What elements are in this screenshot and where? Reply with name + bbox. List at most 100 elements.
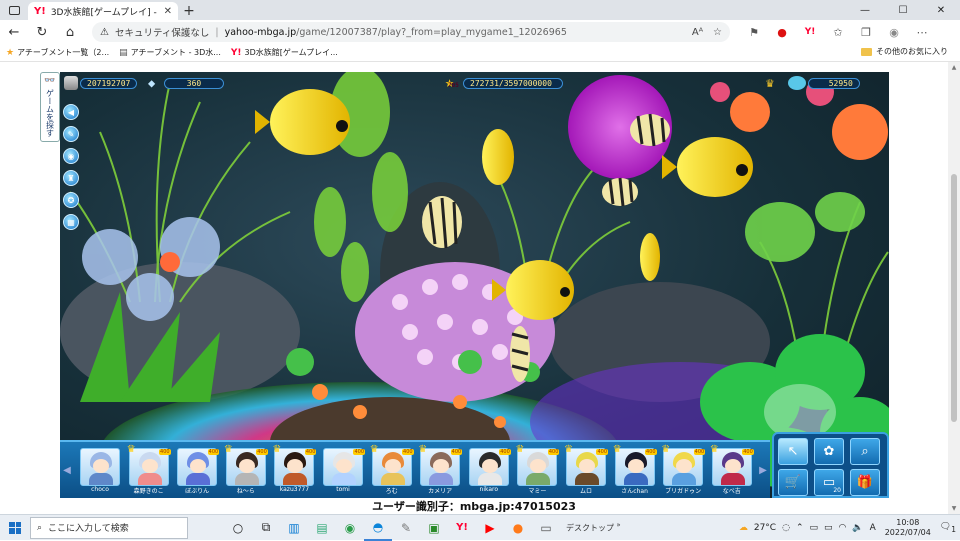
find-games-tab[interactable]: 👓 ゲームを探す: [40, 72, 60, 142]
yahoo-app-icon[interactable]: Y!: [448, 515, 476, 541]
temperature[interactable]: 27°C: [754, 523, 776, 533]
friend-card[interactable]: ♛ 400 ろむ: [370, 444, 414, 495]
desktop-label: デスクトップ: [566, 523, 614, 533]
bookmark-item[interactable]: Y! 3D水族館[ゲームプレイ...: [231, 47, 338, 58]
tray-arrow-icon[interactable]: ⌃: [796, 523, 804, 533]
coins-display: 207192707: [64, 76, 138, 90]
files-icon[interactable]: ▤: [308, 515, 336, 541]
friend-card[interactable]: ♛ 400 マミー: [515, 444, 560, 495]
taskbar-search[interactable]: ⌕ ここに入力して検索: [30, 516, 188, 539]
task-view-icon[interactable]: ⧉: [252, 515, 280, 541]
friend-level: 400: [742, 449, 754, 455]
tab-close-icon[interactable]: ✕: [164, 6, 172, 17]
window-close-button[interactable]: ✕: [922, 0, 960, 20]
clock[interactable]: 10:08 2022/07/04: [882, 518, 934, 538]
scroll-thumb[interactable]: [951, 174, 957, 422]
magnifier-icon[interactable]: ⌕: [850, 438, 880, 465]
add-favorite-icon[interactable]: ☆: [713, 27, 722, 38]
reload-button[interactable]: ↻: [28, 20, 56, 44]
crown-icon: ♛: [369, 444, 379, 455]
file-manager-icon[interactable]: ▥: [280, 515, 308, 541]
friend-card[interactable]: ♛ 400 ね〜ら: [224, 444, 268, 495]
friend-card[interactable]: choco: [78, 448, 122, 494]
friend-name: ろむ: [385, 488, 398, 495]
shells-display: ♛ 52950: [766, 76, 860, 91]
minimize-button[interactable]: —: [846, 0, 884, 20]
crown-icon: ♛: [418, 444, 428, 455]
friend-card[interactable]: ♛ 400 カメリア: [418, 444, 463, 495]
cursor-icon[interactable]: ↖: [778, 438, 808, 465]
menu-icon[interactable]: ⋯: [908, 26, 936, 39]
cortana-icon[interactable]: ○: [224, 515, 252, 541]
chrome-icon[interactable]: ◉: [336, 515, 364, 541]
medal-icon[interactable]: ✪: [63, 192, 79, 208]
aquarium-icon[interactable]: ▭ 20: [814, 469, 844, 496]
friend-card[interactable]: 400 nikaro: [467, 448, 511, 494]
volume-icon[interactable]: 🔈: [852, 523, 863, 533]
wrench-icon[interactable]: ✎: [63, 126, 79, 142]
map-icon[interactable]: ▦: [63, 214, 79, 230]
scroll-up-icon[interactable]: ▲: [948, 64, 960, 71]
other-favorites[interactable]: その他のお気に入り: [861, 46, 948, 57]
back-button[interactable]: ←: [0, 20, 28, 44]
folder-icon: [861, 47, 872, 56]
monitor-icon[interactable]: ▭: [824, 523, 833, 533]
youtube-icon[interactable]: ▶: [476, 515, 504, 541]
windows-logo-icon: [9, 521, 21, 534]
desktop-toolbar[interactable]: デスクトップ »: [566, 521, 621, 534]
favorites-icon[interactable]: ✩: [824, 26, 852, 39]
friend-card[interactable]: ♛ 400 kazu3777: [272, 444, 317, 494]
window-app-icon[interactable]: ▭: [532, 515, 560, 541]
tool-app-icon[interactable]: ✎: [392, 515, 420, 541]
gift-icon[interactable]: 🎁: [850, 469, 880, 496]
gem-icon: ◆: [148, 76, 156, 90]
friend-card[interactable]: ♛ 400 ムロ: [564, 444, 608, 495]
friend-card[interactable]: ♛ 400 さんchan: [613, 444, 657, 495]
tab-actions-button[interactable]: [0, 0, 28, 20]
trophy-icon[interactable]: ♜: [63, 170, 79, 186]
clock-date: 2022/07/04: [884, 528, 931, 537]
yahoo-extension-icon[interactable]: Y!: [796, 27, 824, 37]
friend-card[interactable]: ♛ 400 なべ吉: [710, 444, 754, 495]
arrow-left-icon[interactable]: ◀: [63, 104, 79, 120]
friend-level: 400: [547, 449, 560, 455]
profile-avatar-icon[interactable]: ◉: [880, 26, 908, 39]
flag-extension-icon[interactable]: ⚑: [740, 26, 768, 39]
edge-icon[interactable]: ◓: [364, 515, 392, 541]
wifi-icon[interactable]: ◠: [839, 523, 847, 533]
firefox-icon[interactable]: ●: [504, 515, 532, 541]
maximize-button[interactable]: ☐: [884, 0, 922, 20]
friend-card[interactable]: 400 tomi: [321, 448, 365, 494]
home-button[interactable]: ⌂: [56, 20, 84, 44]
app-green-icon[interactable]: ▣: [420, 515, 448, 541]
friend-level: 400: [159, 449, 171, 455]
weather-icon[interactable]: ☁: [739, 523, 748, 533]
bookmark-item[interactable]: ▤ アチーブメント - 3D水...: [119, 47, 221, 58]
friend-card[interactable]: ♛ 400 森野きのこ: [127, 444, 171, 495]
page-scrollbar[interactable]: ▲ ▼: [948, 62, 960, 514]
shop-cart-icon[interactable]: 🛒: [778, 469, 808, 496]
friends-next-icon[interactable]: ▶: [758, 450, 768, 490]
friend-card[interactable]: 400 ぼぶりん: [175, 448, 220, 495]
battery-icon[interactable]: ▭: [810, 523, 819, 533]
bookmark-item[interactable]: ★ アチーブメント一覧（2...: [6, 47, 109, 58]
friends-prev-icon[interactable]: ◀: [62, 450, 72, 490]
new-tab-button[interactable]: +: [178, 2, 200, 20]
chat-icon[interactable]: ◌: [782, 523, 790, 533]
crown-icon[interactable]: ♛: [766, 76, 774, 91]
collections-icon[interactable]: ❐: [852, 26, 880, 39]
scroll-down-icon[interactable]: ▼: [948, 505, 960, 512]
friend-name: さんchan: [621, 488, 648, 495]
ime-indicator[interactable]: A: [870, 523, 876, 533]
browser-tab[interactable]: Y! 3D水族館[ゲームプレイ] - ゲームなら無料 ✕: [28, 2, 178, 20]
aquarium-game[interactable]: 207192707 ◆ 360 ★ 705 272731/3597000000 ♛…: [60, 72, 889, 498]
feed-icon[interactable]: ✿: [814, 438, 844, 465]
read-aloud-icon[interactable]: Aᴬ: [692, 27, 703, 38]
notification-icon[interactable]: 🗨1: [940, 522, 956, 534]
start-button[interactable]: [0, 515, 30, 541]
friend-card[interactable]: ♛ 400 ブリガドゥン: [661, 444, 706, 495]
tab-strip: Y! 3D水族館[ゲームプレイ] - ゲームなら無料 ✕ + — ☐ ✕: [0, 0, 960, 20]
red-extension-icon[interactable]: ●: [768, 26, 796, 39]
url-field[interactable]: ⚠ セキュリティ保護なし | yahoo-mbga.jp/game/120073…: [92, 22, 730, 42]
camera-icon[interactable]: ◉: [63, 148, 79, 164]
